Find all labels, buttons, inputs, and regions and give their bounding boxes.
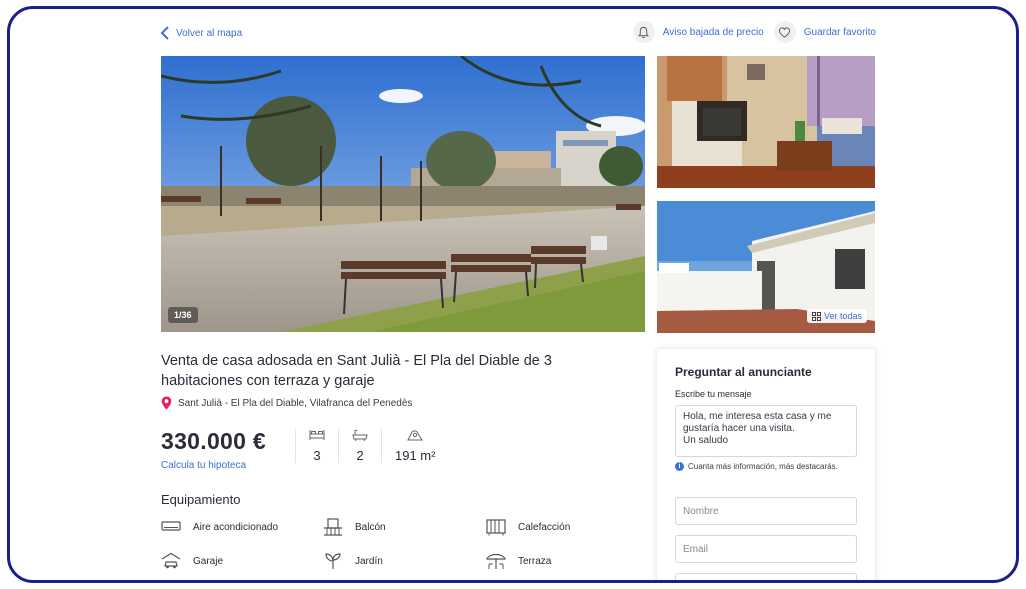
equipment-item: Terraza — [486, 552, 551, 570]
parasol-icon — [486, 553, 506, 569]
radiator-icon — [486, 519, 506, 536]
equipment-title: Equipamiento — [161, 492, 241, 507]
equipment-label: Calefacción — [518, 521, 571, 533]
see-all-label: Ver todas — [824, 311, 863, 321]
photo-counter: 1/36 — [168, 307, 198, 323]
listing-location: Sant Julià - El Pla del Diable, Vilafran… — [161, 396, 412, 410]
equipment-item: Aire acondicionado — [161, 518, 278, 536]
garage-icon — [161, 552, 181, 569]
area-feature: 191 m² — [381, 429, 448, 463]
bed-icon — [309, 430, 325, 440]
location-pin-icon — [161, 396, 172, 410]
email-input[interactable] — [675, 535, 857, 563]
balcony-icon — [324, 518, 342, 536]
equipment-item: Balcón — [323, 518, 386, 536]
back-to-map-link[interactable]: Volver al mapa — [160, 26, 242, 40]
contact-form: Preguntar al anunciante Escribe tu mensa… — [657, 349, 875, 580]
equipment-label: Garaje — [193, 555, 224, 567]
heart-icon — [773, 21, 796, 43]
air-conditioner-icon — [161, 521, 181, 531]
area-icon — [407, 430, 424, 441]
area-value: 191 m² — [395, 448, 436, 463]
equipment-item: Jardín — [323, 552, 383, 570]
chevron-left-icon — [160, 26, 169, 40]
equipment-label: Aire acondicionado — [193, 521, 279, 533]
thumbnail-living-room[interactable] — [657, 56, 875, 188]
message-textarea[interactable] — [675, 405, 857, 457]
main-photo[interactable] — [161, 56, 645, 332]
save-favorite-label: Guardar favorito — [803, 26, 876, 38]
bathtub-icon — [352, 429, 368, 441]
message-hint: i Cuanta más información, más destacarás… — [675, 462, 838, 471]
back-to-map-label: Volver al mapa — [176, 27, 243, 39]
listing-page: Volver al mapa Aviso bajada de precio Gu… — [10, 9, 1016, 580]
listing-price: 330.000 € — [161, 428, 267, 454]
message-label: Escribe tu mensaje — [675, 389, 752, 399]
grid-icon — [812, 311, 821, 321]
equipment-item: Calefacción — [486, 518, 570, 536]
plant-icon — [325, 553, 341, 569]
equipment-item: Garaje — [161, 552, 223, 570]
bathrooms-value: 2 — [356, 448, 364, 463]
equipment-label: Jardín — [355, 555, 383, 567]
name-input[interactable] — [675, 497, 857, 525]
see-all-photos-button[interactable]: Ver todas — [807, 309, 868, 323]
top-actions: Aviso bajada de precio Guardar favorito — [632, 21, 876, 43]
contact-form-title: Preguntar al anunciante — [675, 365, 812, 379]
location-label: Sant Julià - El Pla del Diable, Vilafran… — [178, 397, 413, 409]
mortgage-calculator-link[interactable]: Calcula tu hipoteca — [161, 460, 246, 471]
equipment-label: Terraza — [518, 555, 552, 567]
price-alert-label: Aviso bajada de precio — [662, 26, 764, 38]
screenshot-frame: Volver al mapa Aviso bajada de precio Gu… — [7, 6, 1019, 583]
bedrooms-feature: 3 — [295, 429, 338, 463]
info-icon: i — [675, 462, 684, 471]
equipment-label: Balcón — [355, 521, 386, 533]
save-favorite-button[interactable]: Guardar favorito — [773, 21, 876, 43]
listing-features: 3 2 191 m² — [295, 429, 448, 463]
message-hint-text: Cuanta más información, más destacarás. — [688, 462, 838, 471]
price-alert-button[interactable]: Aviso bajada de precio — [632, 21, 764, 43]
listing-title: Venta de casa adosada en Sant Julià - El… — [161, 353, 552, 389]
phone-input[interactable] — [675, 573, 857, 580]
bell-icon — [632, 21, 655, 43]
bedrooms-value: 3 — [313, 448, 321, 463]
bathrooms-feature: 2 — [338, 429, 381, 463]
